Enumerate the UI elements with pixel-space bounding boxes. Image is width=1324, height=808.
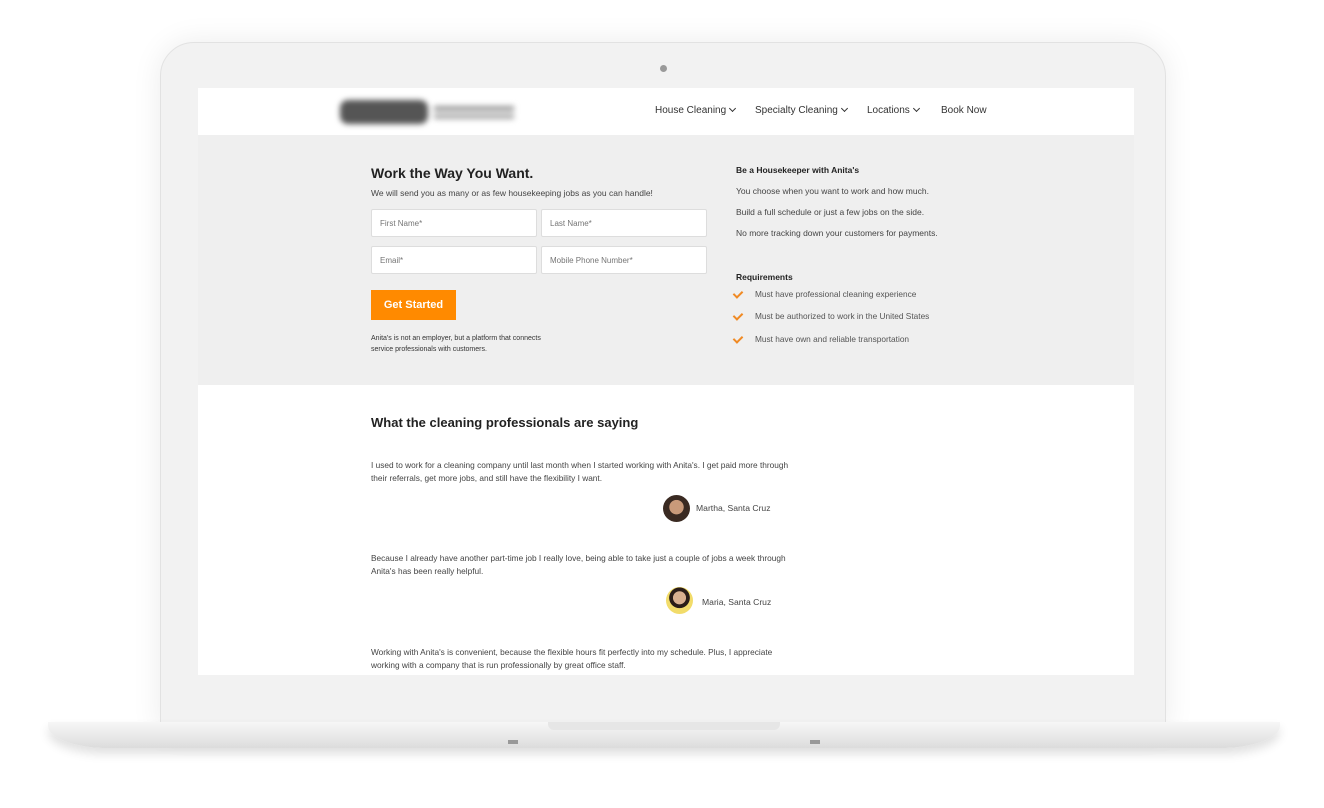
benefit-item: Build a full schedule or just a few jobs… [736,207,925,217]
screen: House Cleaning Specialty Cleaning Locati… [198,88,1134,675]
requirement-item: Must have professional cleaning experien… [732,288,916,299]
testimonial-quote: Because I already have another part-time… [371,553,786,576]
check-icon [732,310,744,321]
avatar [663,495,690,522]
benefit-item: You choose when you want to work and how… [736,186,929,196]
testimonial-author: Martha, Santa Cruz [696,503,771,513]
logo[interactable] [340,98,520,126]
benefit-item: No more tracking down your customers for… [736,228,938,238]
first-name-input[interactable] [371,209,537,237]
get-started-button[interactable]: Get Started [371,290,456,320]
nav-locations[interactable]: Locations [867,104,920,116]
camera [660,65,667,72]
check-icon [732,288,744,299]
check-icon [732,333,744,344]
testimonial-quote: I used to work for a cleaning company un… [371,460,789,483]
nav-specialty-cleaning[interactable]: Specialty Cleaning [755,104,848,116]
hero-subtitle: We will send you as many or as few house… [371,188,653,198]
disclaimer: Anita's is not an employer, but a platfo… [371,335,541,353]
laptop-notch [548,722,780,730]
chevron-down-icon [912,104,920,113]
testimonials-title: What the cleaning professionals are sayi… [371,415,639,430]
hero-title: Work the Way You Want. [371,165,534,181]
testimonial-author: Maria, Santa Cruz [702,597,772,607]
avatar [666,587,693,614]
phone-input[interactable] [541,246,707,274]
nav-book-now[interactable]: Book Now [941,105,987,116]
requirement-item: Must be authorized to work in the United… [732,310,929,321]
benefits-title: Be a Housekeeper with Anita's [736,165,860,175]
laptop-foot [810,740,820,744]
signup-section: Work the Way You Want. We will send you … [198,135,1134,385]
chevron-down-icon [840,104,848,113]
nav-house-cleaning[interactable]: House Cleaning [655,104,737,116]
chevron-down-icon [729,104,737,113]
requirements-title: Requirements [736,272,793,282]
requirement-item: Must have own and reliable transportatio… [732,333,909,344]
testimonial-quote: Working with Anita's is convenient, beca… [371,647,773,670]
email-input[interactable] [371,246,537,274]
laptop-foot [508,740,518,744]
navbar: House Cleaning Specialty Cleaning Locati… [198,88,1134,135]
last-name-input[interactable] [541,209,707,237]
